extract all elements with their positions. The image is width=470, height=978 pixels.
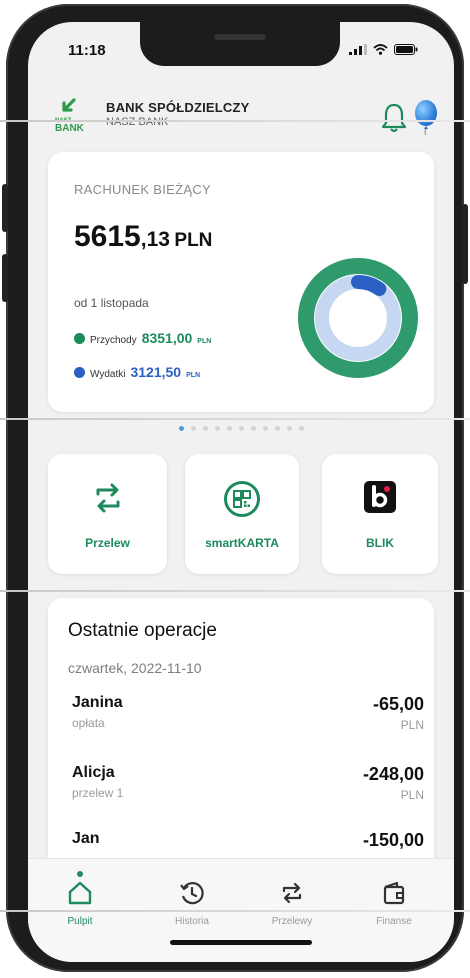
pager-dot[interactable]	[214, 426, 220, 431]
guide-line	[0, 910, 470, 912]
operation-amount: -150,00	[362, 830, 424, 850]
income-unit: PLN	[197, 338, 212, 345]
operation-amount: -65,00	[372, 694, 424, 714]
operation-desc: opłata	[72, 716, 105, 730]
svg-text:BANK: BANK	[55, 123, 85, 134]
phone-frame: 11:18 NASZ BANK BANK SPÓŁ	[2, 4, 468, 972]
operation-desc: przelew 1	[72, 786, 124, 800]
operation-name: Alicja	[72, 764, 115, 781]
tab-przelewy[interactable]: Przelewy	[252, 881, 332, 927]
transfer-icon	[96, 483, 119, 513]
operation-amount: -248,00	[362, 764, 424, 784]
guide-line	[0, 418, 470, 420]
volume-button	[2, 184, 8, 232]
tab-label: Finanse	[376, 916, 412, 927]
wifi-icon	[373, 44, 388, 55]
operations-title: Ostatnie operacje	[68, 620, 217, 641]
smartkarta-tile[interactable]: smartKARTA	[185, 454, 299, 574]
transfer-label: Przelew	[85, 536, 130, 550]
guide-line	[0, 590, 470, 592]
pager-dot[interactable]	[238, 426, 244, 431]
guide-line	[0, 120, 470, 122]
bank-subtitle: NASZ BANK	[106, 116, 169, 128]
qr-code-icon	[224, 481, 260, 517]
income-expense-donut	[298, 258, 418, 378]
bank-logo: NASZ BANK	[55, 98, 85, 134]
donut-center	[330, 290, 386, 346]
tab-finanse[interactable]: Finanse	[354, 881, 434, 927]
notch	[140, 22, 340, 66]
operation-row[interactable]: Alicja przelew 1 -248,00 PLN	[72, 764, 424, 810]
status-time: 11:18	[68, 42, 106, 59]
wallet-icon	[383, 881, 405, 905]
income-dot	[74, 332, 85, 344]
income-label: Przychody	[90, 335, 137, 346]
operation-currency: PLN	[400, 718, 424, 732]
pager-dot[interactable]	[286, 426, 292, 431]
tab-label: Przelewy	[271, 916, 313, 927]
transfer-icon	[282, 882, 302, 904]
expense-unit: PLN	[186, 372, 201, 379]
balance-decimal: ,13	[140, 228, 170, 251]
expense-dot	[74, 366, 85, 378]
blik-label: BLIK	[366, 536, 394, 550]
tab-label: Pulpit	[67, 916, 93, 927]
operation-name: Janina	[72, 694, 123, 711]
pager-dot[interactable]	[190, 426, 196, 431]
operation-currency: PLN	[400, 788, 424, 802]
history-icon	[180, 882, 204, 905]
pager-dot[interactable]	[202, 426, 208, 431]
bank-name: BANK SPÓŁDZIELCZY	[106, 100, 250, 115]
app-header: NASZ BANK BANK SPÓŁDZIELCZY NASZ BANK	[54, 94, 437, 140]
tab-historia[interactable]: Historia	[152, 881, 232, 927]
balloon-icon[interactable]	[414, 100, 438, 136]
expense-label: Wydatki	[90, 369, 126, 380]
pager-dot[interactable]	[298, 426, 304, 431]
tab-pulpit[interactable]: Pulpit	[40, 881, 120, 927]
tab-label: Historia	[175, 916, 209, 927]
card-pager[interactable]	[28, 426, 454, 431]
operation-row[interactable]: Janina opłata -65,00 PLN	[72, 694, 424, 740]
pager-dot[interactable]	[262, 426, 268, 431]
income-legend: Przychody 8351,00 PLN	[74, 330, 211, 346]
power-button	[462, 204, 468, 284]
income-value: 8351,00	[141, 330, 193, 346]
balance-currency: PLN	[174, 230, 213, 251]
active-tab-indicator	[77, 871, 83, 877]
account-title: RACHUNEK BIEŻĄCY	[74, 182, 211, 197]
expense-value: 3121,50	[130, 364, 182, 380]
expense-legend: Wydatki 3121,50 PLN	[74, 364, 200, 380]
app-screen: 11:18 NASZ BANK BANK SPÓŁ	[28, 22, 454, 962]
recent-operations-card: Ostatnie operacje czwartek, 2022-11-10 J…	[48, 598, 434, 898]
period-label: od 1 listopada	[74, 296, 149, 310]
volume-button	[2, 254, 8, 302]
balance-integer: 5615	[74, 220, 141, 253]
home-icon	[68, 881, 92, 905]
pager-dot[interactable]	[274, 426, 280, 431]
home-indicator	[170, 940, 312, 945]
account-card[interactable]: RACHUNEK BIEŻĄCY 5615,13 PLN od 1 listop…	[48, 152, 434, 412]
blik-tile[interactable]: BLIK	[322, 454, 438, 574]
pager-dot[interactable]	[226, 426, 232, 431]
pager-dot[interactable]	[250, 426, 256, 431]
transfer-tile[interactable]: Przelew	[48, 454, 167, 574]
operation-name: Jan	[72, 830, 100, 847]
status-icons	[349, 44, 418, 55]
blik-icon	[364, 481, 396, 513]
signal-icon	[349, 44, 367, 55]
operations-date: czwartek, 2022-11-10	[68, 660, 202, 676]
bell-icon[interactable]	[380, 102, 408, 134]
battery-icon	[394, 44, 418, 55]
smartkarta-label: smartKARTA	[205, 536, 279, 550]
account-balance: 5615,13 PLN	[74, 220, 212, 254]
pager-dot[interactable]	[178, 426, 184, 431]
